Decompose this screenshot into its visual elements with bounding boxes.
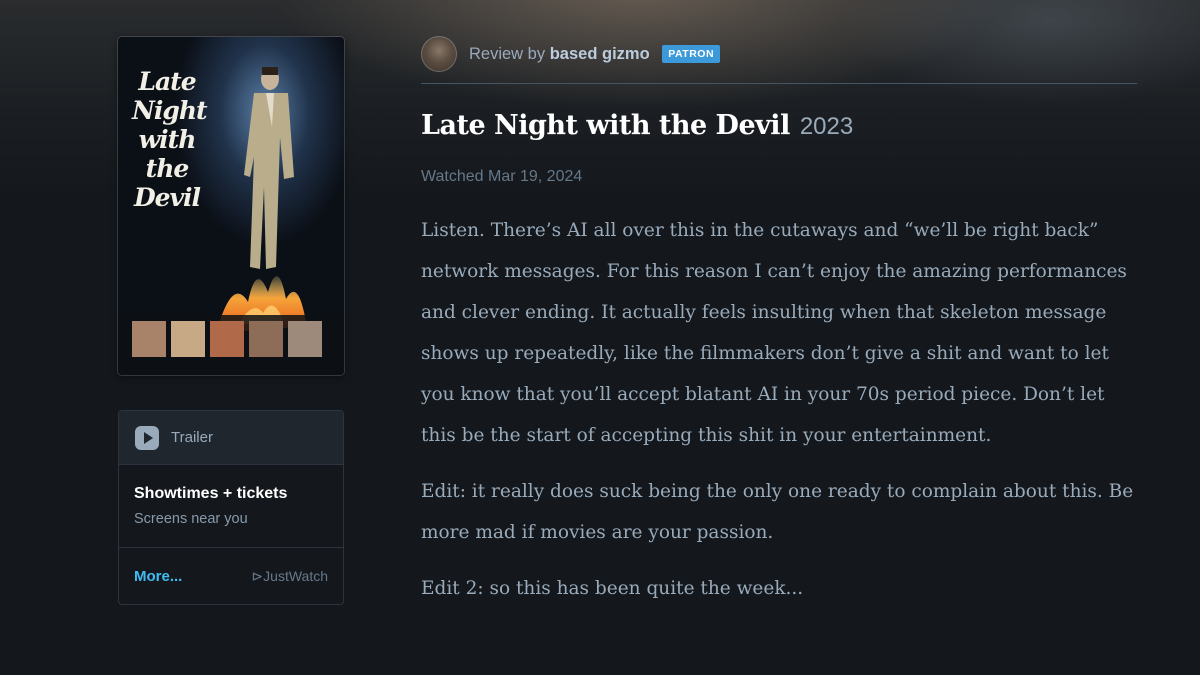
review-by-line: Review by based gizmo PATRON bbox=[469, 36, 721, 72]
review-by-prefix: Review by bbox=[469, 45, 546, 63]
film-title-line: Late Night with the Devil 2023 bbox=[421, 110, 853, 141]
play-icon bbox=[135, 425, 159, 450]
showtimes-title[interactable]: Showtimes + tickets bbox=[134, 485, 328, 503]
more-row: More... ⊳JustWatch bbox=[119, 548, 343, 604]
watch-panel: Trailer Showtimes + tickets Screens near… bbox=[118, 410, 344, 605]
avatar[interactable] bbox=[421, 36, 457, 72]
film-title[interactable]: Late Night with the Devil bbox=[421, 110, 790, 141]
more-link[interactable]: More... bbox=[134, 568, 182, 585]
showtimes-subtitle: Screens near you bbox=[134, 511, 248, 527]
justwatch-logo[interactable]: ⊳JustWatch bbox=[251, 568, 328, 585]
watched-date[interactable]: Watched Mar 19, 2024 bbox=[421, 168, 582, 186]
patron-badge[interactable]: PATRON bbox=[662, 45, 721, 63]
trailer-label: Trailer bbox=[171, 429, 213, 446]
review-paragraph: Listen. There’s AI all over this in the … bbox=[421, 220, 1127, 446]
trailer-button[interactable]: Trailer bbox=[119, 411, 343, 465]
poster-title-text: Late Night with the Devil bbox=[132, 67, 208, 212]
film-poster[interactable]: Late Night with the Devil bbox=[118, 37, 344, 375]
showtimes-section[interactable]: Showtimes + tickets Screens near you bbox=[119, 465, 343, 548]
reviewer-header: Review by based gizmo PATRON bbox=[421, 36, 1137, 84]
reviewer-name[interactable]: based gizmo bbox=[550, 45, 650, 63]
review-body: Listen. There’s AI all over this in the … bbox=[421, 210, 1141, 624]
justwatch-logo-icon: ⊳ bbox=[251, 567, 264, 584]
review-paragraph: Edit 2: so this has been quite the week.… bbox=[421, 578, 804, 599]
film-year[interactable]: 2023 bbox=[800, 113, 853, 140]
review-paragraph: Edit: it really does suck being the only… bbox=[421, 481, 1134, 543]
justwatch-label: JustWatch bbox=[263, 567, 328, 584]
